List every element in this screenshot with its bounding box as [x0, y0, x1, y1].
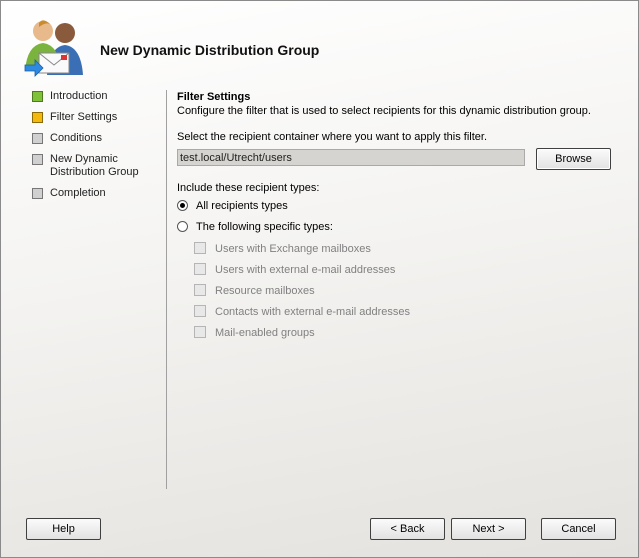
distribution-group-icon	[24, 20, 83, 77]
radio-all-recipients[interactable]: All recipients types	[177, 200, 288, 213]
recipient-types-label: Include these recipient types:	[177, 182, 320, 194]
step-complete-icon	[32, 91, 43, 102]
radio-specific-types[interactable]: The following specific types:	[177, 221, 333, 234]
checkbox-exchange-mailboxes[interactable]: Users with Exchange mailboxes	[194, 242, 371, 256]
nav-step-introduction[interactable]: Introduction	[32, 90, 157, 103]
checkbox-label: Contacts with external e-mail addresses	[215, 306, 411, 318]
nav-step-label: Filter Settings	[50, 111, 118, 123]
filter-settings-panel: Filter Settings Configure the filter tha…	[177, 91, 627, 339]
help-button[interactable]: Help	[26, 518, 101, 540]
nav-step-filter-settings[interactable]: Filter Settings	[32, 111, 157, 124]
section-title: Filter Settings	[177, 91, 251, 103]
checkbox-label: Mail-enabled groups	[215, 327, 315, 339]
radio-label: All recipients types	[196, 200, 288, 212]
checkbox-disabled-icon	[194, 284, 206, 296]
checkbox-mail-enabled-groups[interactable]: Mail-enabled groups	[194, 326, 315, 340]
section-description: Configure the filter that is used to sel…	[177, 105, 591, 117]
checkbox-disabled-icon	[194, 242, 206, 254]
nav-step-label: Completion	[50, 187, 106, 199]
step-current-icon	[32, 112, 43, 123]
radio-checked-icon	[177, 200, 188, 211]
next-button[interactable]: Next >	[451, 518, 526, 540]
checkbox-external-contacts[interactable]: Contacts with external e-mail addresses	[194, 305, 410, 319]
wizard-window: New Dynamic Distribution Group Introduct…	[0, 0, 639, 558]
checkbox-disabled-icon	[194, 305, 206, 317]
checkbox-disabled-icon	[194, 326, 206, 338]
checkbox-external-email-users[interactable]: Users with external e-mail addresses	[194, 263, 395, 277]
browse-button[interactable]: Browse	[536, 148, 611, 170]
nav-step-conditions[interactable]: Conditions	[32, 132, 157, 145]
step-pending-icon	[32, 188, 43, 199]
back-button[interactable]: < Back	[370, 518, 445, 540]
wizard-steps-nav: Introduction Filter Settings Conditions …	[32, 90, 157, 208]
step-pending-icon	[32, 154, 43, 165]
checkbox-label: Users with external e-mail addresses	[215, 264, 396, 276]
nav-step-label: New Dynamic Distribution Group	[50, 153, 139, 178]
nav-step-completion[interactable]: Completion	[32, 187, 157, 200]
nav-step-label: Conditions	[50, 132, 102, 144]
recipient-container-field[interactable]: test.local/Utrecht/users	[177, 149, 525, 166]
nav-divider	[166, 90, 167, 489]
step-pending-icon	[32, 133, 43, 144]
cancel-button[interactable]: Cancel	[541, 518, 616, 540]
checkbox-disabled-icon	[194, 263, 206, 275]
checkbox-resource-mailboxes[interactable]: Resource mailboxes	[194, 284, 315, 298]
radio-label: The following specific types:	[196, 221, 333, 233]
nav-step-label: Introduction	[50, 90, 108, 102]
checkbox-label: Users with Exchange mailboxes	[215, 243, 371, 255]
wizard-title: New Dynamic Distribution Group	[100, 42, 320, 58]
checkbox-label: Resource mailboxes	[215, 285, 315, 297]
nav-step-new-group[interactable]: New Dynamic Distribution Group	[32, 153, 145, 179]
container-label: Select the recipient container where you…	[177, 131, 488, 143]
radio-unchecked-icon	[177, 221, 188, 232]
